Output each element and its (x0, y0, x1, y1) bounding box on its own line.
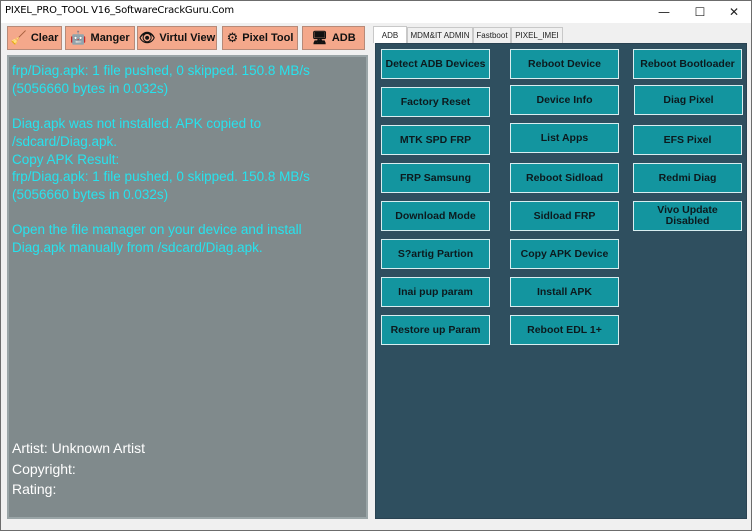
manager-button-label: Manger (90, 32, 130, 44)
app-window: PIXEL_PRO_TOOL V16_SoftwareCrackGuru.Com… (0, 0, 752, 531)
restore-up-param-button[interactable]: Restore up Param (381, 315, 490, 345)
artist-text: Artist: Unknown Artist (12, 440, 146, 456)
minimize-button[interactable]: — (647, 1, 681, 23)
tab-fastboot[interactable]: Fastboot (473, 27, 511, 43)
copyright-text: Copyright: (12, 460, 76, 477)
adb-button-label: ADB (331, 32, 356, 44)
copy-apk-device-button[interactable]: Copy APK Device (510, 239, 619, 269)
virtual-view-button-label: Virtul View (159, 32, 216, 44)
window-title: PIXEL_PRO_TOOL V16_SoftwareCrackGuru.Com (5, 5, 234, 16)
manager-button[interactable]: 🤖 Manger (65, 26, 135, 50)
tab-strip: ADB MDM&IT ADMIN Fastboot PIXEL_IMEI (373, 26, 747, 43)
tab-adb[interactable]: ADB (373, 26, 407, 43)
eye-icon: 👁 (138, 30, 156, 46)
install-apk-button[interactable]: Install APK (510, 277, 619, 307)
maximize-button[interactable]: ☐ (683, 1, 717, 23)
media-info: Artist: Unknown Artist Copyright: Rating… (12, 438, 366, 500)
pixel-tool-button-label: Pixel Tool (242, 32, 294, 44)
download-mode-button[interactable]: Download Mode (381, 201, 490, 231)
vivo-update-disabled-button[interactable]: Vivo Update Disabled (633, 201, 742, 231)
tab-pixel-imei[interactable]: PIXEL_IMEI (511, 27, 563, 43)
device-info-button[interactable]: Device Info (510, 85, 619, 115)
pixel-tool-button[interactable]: ⚙ Pixel Tool (222, 26, 298, 50)
monitor-icon: 🖥 (311, 30, 328, 46)
console-output[interactable]: frp/Diag.apk: 1 file pushed, 0 skipped. … (7, 55, 368, 519)
console-log-text: frp/Diag.apk: 1 file pushed, 0 skipped. … (12, 63, 310, 256)
reboot-device-button[interactable]: Reboot Device (510, 49, 619, 79)
startig-partion-button[interactable]: S?artig Partion (381, 239, 490, 269)
reboot-sidload-button[interactable]: Reboot Sidload (510, 163, 619, 193)
factory-reset-button[interactable]: Factory Reset (381, 87, 490, 117)
title-bar: PIXEL_PRO_TOOL V16_SoftwareCrackGuru.Com… (1, 1, 751, 23)
tab-mdm-it-admin[interactable]: MDM&IT ADMIN (407, 27, 473, 43)
list-apps-button[interactable]: List Apps (510, 123, 619, 153)
clear-button-label: Clear (30, 32, 59, 44)
rating-text: Rating: (12, 481, 57, 497)
reboot-bootloader-button[interactable]: Reboot Bootloader (633, 49, 742, 79)
broom-icon: 🧹 (10, 30, 27, 46)
diag-pixel-button[interactable]: Diag Pixel (634, 85, 743, 115)
close-button[interactable]: ✕ (717, 1, 751, 23)
android-icon: 🤖 (70, 30, 87, 46)
gear-icon: ⚙ (226, 30, 239, 46)
redmi-diag-button[interactable]: Redmi Diag (633, 163, 742, 193)
frp-samsung-button[interactable]: FRP Samsung (381, 163, 490, 193)
virtual-view-button[interactable]: 👁 Virtul View (137, 26, 217, 50)
clear-button[interactable]: 🧹 Clear (7, 26, 62, 50)
mtk-spd-frp-button[interactable]: MTK SPD FRP (381, 125, 490, 155)
detect-adb-devices-button[interactable]: Detect ADB Devices (381, 49, 490, 79)
adb-actions-panel: Detect ADB Devices Reboot Device Reboot … (375, 43, 747, 519)
inai-pup-param-button[interactable]: Inai pup param (381, 277, 490, 307)
toolbar: 🧹 Clear 🤖 Manger 👁 Virtul View ⚙ Pixel T… (7, 26, 367, 50)
sidload-frp-button[interactable]: Sidload FRP (510, 201, 619, 231)
reboot-edl-button[interactable]: Reboot EDL 1+ (510, 315, 619, 345)
efs-pixel-button[interactable]: EFS Pixel (633, 125, 742, 155)
adb-button[interactable]: 🖥 ADB (302, 26, 365, 50)
